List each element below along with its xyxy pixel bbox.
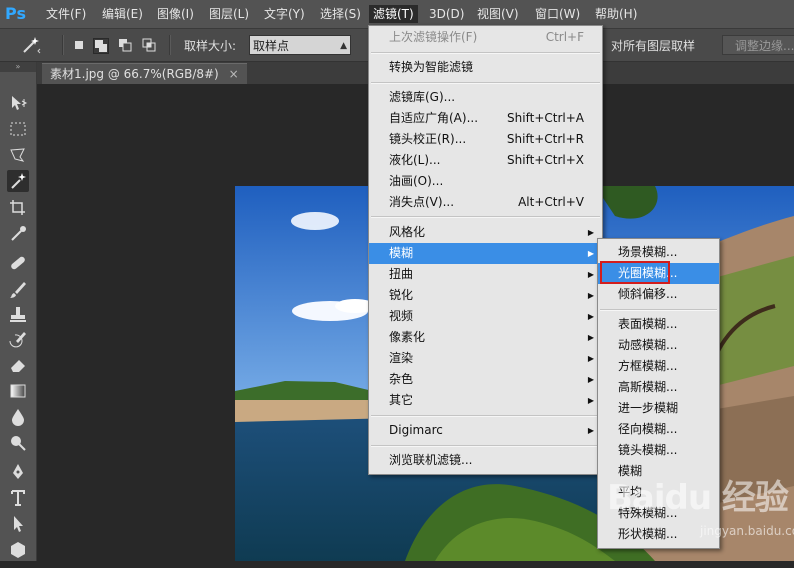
menu-type[interactable]: 文字(Y)	[260, 5, 309, 23]
menu-item-filter-gallery[interactable]: 滤镜库(G)...	[369, 87, 602, 108]
photoshop-logo: Ps	[5, 4, 26, 23]
menu-item-gaussian-blur[interactable]: 高斯模糊...	[598, 377, 719, 398]
menu-file[interactable]: 文件(F)	[42, 5, 90, 23]
submenu-arrow-icon: ▶	[587, 291, 594, 300]
crop-icon[interactable]	[7, 197, 29, 219]
menu-item-video[interactable]: 视频 ▶	[369, 306, 602, 327]
menu-item-vanishing-point[interactable]: 消失点(V)... Alt+Ctrl+V	[369, 192, 602, 213]
sample-all-layers-label[interactable]: 对所有图层取样	[611, 37, 695, 54]
blur-tool-icon[interactable]	[7, 406, 29, 428]
menu-item-blur-more[interactable]: 进一步模糊	[598, 398, 719, 419]
menu-item-pixelate[interactable]: 像素化 ▶	[369, 327, 602, 348]
menu-item-adaptive-wide-angle[interactable]: 自适应广角(A)... Shift+Ctrl+A	[369, 108, 602, 129]
menu-3d[interactable]: 3D(D)	[425, 5, 468, 23]
sample-size-value: 取样点	[253, 39, 290, 53]
menu-item-browse-online-filters[interactable]: 浏览联机滤镜...	[369, 450, 602, 471]
highlight-annotation-box	[600, 261, 670, 284]
eyedropper-icon[interactable]	[7, 223, 29, 245]
submenu-arrow-icon: ▶	[587, 249, 594, 258]
history-brush-icon[interactable]	[7, 329, 29, 351]
dodge-icon[interactable]	[7, 432, 29, 454]
clone-stamp-icon[interactable]	[7, 304, 29, 326]
menu-view[interactable]: 视图(V)	[473, 5, 523, 23]
submenu-arrow-icon: ▶	[587, 312, 594, 321]
menu-item-stylize[interactable]: 风格化 ▶	[369, 222, 602, 243]
menu-item-noise[interactable]: 杂色 ▶	[369, 369, 602, 390]
gradient-icon[interactable]	[7, 380, 29, 402]
menu-image[interactable]: 图像(I)	[153, 5, 198, 23]
menu-select[interactable]: 选择(S)	[316, 5, 365, 23]
add-to-selection-button[interactable]	[93, 38, 109, 54]
baidu-watermark-url: jingyan.baidu.com	[700, 524, 794, 538]
path-selection-icon[interactable]	[7, 513, 29, 535]
lasso-icon[interactable]	[7, 144, 29, 166]
menu-help[interactable]: 帮助(H)	[591, 5, 641, 23]
menu-filter[interactable]: 滤镜(T)	[369, 5, 418, 23]
panel-collapse-icon[interactable]: »	[0, 62, 36, 72]
menu-item-blur[interactable]: 模糊 ▶	[369, 243, 602, 264]
menu-item-last-filter: 上次滤镜操作(F) Ctrl+F	[389, 30, 584, 44]
menu-item-radial-blur[interactable]: 径向模糊...	[598, 419, 719, 440]
shape-icon[interactable]	[7, 539, 29, 561]
sample-size-select[interactable]: 取样点 ▲	[249, 35, 351, 55]
menu-item-lens-correction[interactable]: 镜头校正(R)... Shift+Ctrl+R	[369, 129, 602, 150]
submenu-arrow-icon: ▶	[587, 270, 594, 279]
new-selection-button[interactable]	[72, 38, 86, 52]
menu-item-other[interactable]: 其它 ▶	[369, 390, 602, 411]
menu-item-digimarc[interactable]: Digimarc ▶	[369, 420, 602, 441]
baidu-watermark-logo: Baidu 经验	[607, 478, 789, 518]
document-tab-title: 素材1.jpg @ 66.7%(RGB/8#)	[50, 67, 219, 81]
eraser-icon[interactable]	[7, 354, 29, 376]
menu-item-sharpen[interactable]: 锐化 ▶	[369, 285, 602, 306]
intersect-selection-button[interactable]	[142, 38, 156, 52]
close-icon[interactable]: ×	[229, 67, 239, 81]
filter-menu: 上次滤镜操作(F) Ctrl+F 转换为智能滤镜 滤镜库(G)... 自适应广角…	[368, 25, 603, 475]
menu-item-box-blur[interactable]: 方框模糊...	[598, 356, 719, 377]
submenu-arrow-icon: ▶	[587, 228, 594, 237]
menu-item-motion-blur[interactable]: 动感模糊...	[598, 335, 719, 356]
move-icon[interactable]	[7, 92, 29, 114]
marquee-icon[interactable]	[7, 118, 29, 140]
menu-layer[interactable]: 图层(L)	[205, 5, 253, 23]
menu-item-distort[interactable]: 扭曲 ▶	[369, 264, 602, 285]
menu-item-oil-paint[interactable]: 油画(O)...	[369, 171, 602, 192]
magic-wand-icon[interactable]	[7, 170, 29, 192]
menu-item-field-blur[interactable]: 场景模糊...	[598, 242, 719, 263]
menu-item-lens-blur[interactable]: 镜头模糊...	[598, 440, 719, 461]
magic-wand-icon[interactable]	[18, 34, 44, 56]
subtract-from-selection-button[interactable]	[118, 38, 132, 52]
menu-item-tilt-shift[interactable]: 倾斜偏移...	[598, 284, 719, 305]
menu-window[interactable]: 窗口(W)	[531, 5, 584, 23]
sample-size-label: 取样大小:	[184, 39, 237, 53]
menu-item-liquify[interactable]: 液化(L)... Shift+Ctrl+X	[369, 150, 602, 171]
menu-edit[interactable]: 编辑(E)	[98, 5, 147, 23]
menu-item-render[interactable]: 渲染 ▶	[369, 348, 602, 369]
submenu-arrow-icon: ▶	[587, 354, 594, 363]
refine-edge-button[interactable]: 调整边缘...	[722, 35, 794, 55]
menu-item-convert-smart-filters[interactable]: 转换为智能滤镜	[369, 57, 602, 78]
submenu-arrow-icon: ▶	[587, 396, 594, 405]
healing-brush-icon[interactable]	[7, 252, 29, 274]
select-arrows-icon: ▲	[340, 41, 347, 51]
document-tab[interactable]: 素材1.jpg @ 66.7%(RGB/8#) ×	[42, 63, 247, 85]
submenu-arrow-icon: ▶	[587, 333, 594, 342]
submenu-arrow-icon: ▶	[587, 426, 594, 435]
menu-item-surface-blur[interactable]: 表面模糊...	[598, 314, 719, 335]
pen-icon[interactable]	[7, 461, 29, 483]
type-icon[interactable]	[7, 487, 29, 509]
submenu-arrow-icon: ▶	[587, 375, 594, 384]
brush-icon[interactable]	[7, 279, 29, 301]
